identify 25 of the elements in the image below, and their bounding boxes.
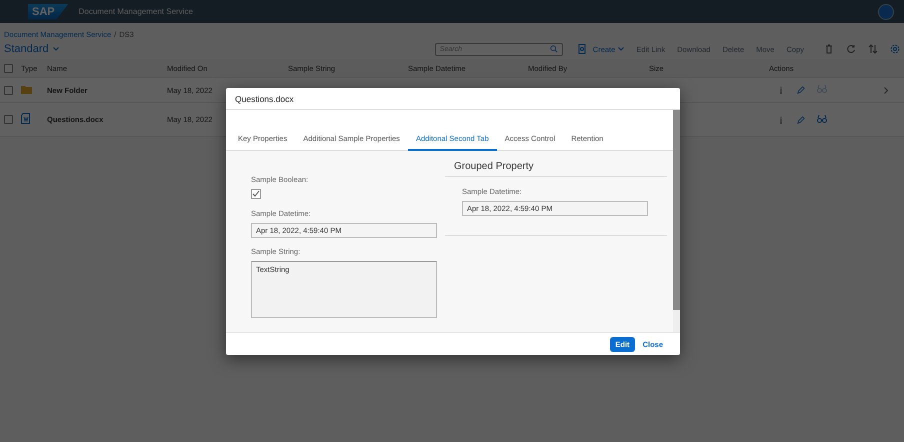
sort-icon[interactable] (868, 44, 878, 54)
logo: SAP (28, 4, 69, 20)
app-title: Document Management Service (78, 7, 194, 16)
row-checkbox[interactable] (4, 86, 13, 94)
search-icon[interactable] (550, 45, 558, 53)
glasses-icon[interactable] (817, 114, 827, 124)
folder-icon (21, 84, 32, 94)
select-all-checkbox[interactable] (4, 64, 13, 72)
pencil-icon[interactable] (797, 116, 805, 124)
chevron-icon[interactable] (884, 86, 888, 94)
avatar-icon[interactable] (878, 4, 894, 20)
info-icon[interactable] (777, 116, 785, 124)
scrollbar[interactable] (673, 110, 680, 332)
settings-icon[interactable] (890, 44, 900, 54)
caret-icon (52, 47, 59, 51)
checkbox[interactable] (251, 189, 261, 199)
pencil-icon[interactable] (797, 86, 805, 94)
recycle-bin-icon[interactable] (824, 44, 834, 54)
group-title: Grouped Property (454, 161, 534, 172)
refresh-icon[interactable] (846, 44, 856, 54)
row-checkbox[interactable] (4, 115, 13, 124)
dialog-title: Questions.docx (235, 94, 294, 104)
document-icon (21, 113, 31, 124)
info-icon[interactable] (777, 86, 785, 94)
document-search-icon[interactable] (576, 44, 587, 54)
